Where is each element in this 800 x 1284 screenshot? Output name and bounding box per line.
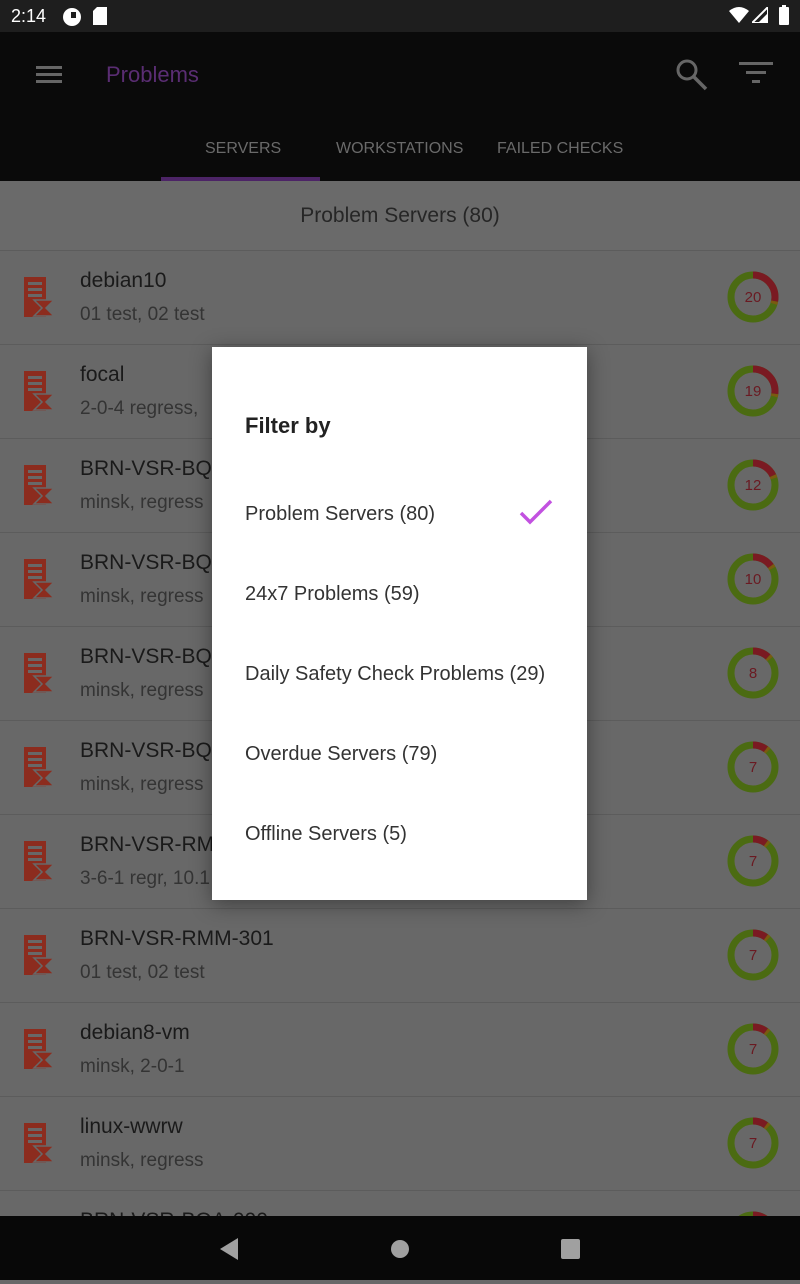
filter-option-problem-servers[interactable]: Problem Servers (80) xyxy=(245,503,435,526)
server-name: BRN-VSR-BQA xyxy=(80,457,226,480)
search-icon[interactable] xyxy=(674,57,708,91)
problem-count-ring: 10 xyxy=(727,553,779,605)
battery-icon xyxy=(779,5,789,25)
dialog-title: Filter by xyxy=(245,413,331,438)
menu-icon[interactable] xyxy=(36,66,62,84)
filter-dialog: Filter by Problem Servers (80) 24x7 Prob… xyxy=(212,347,587,900)
server-description: minsk, regress xyxy=(80,586,204,607)
problem-count-ring: 20 xyxy=(727,271,779,323)
server-warning-icon xyxy=(24,277,56,317)
problem-count-ring: 12 xyxy=(727,459,779,511)
navigation-bar xyxy=(0,1216,800,1280)
problem-count: 20 xyxy=(745,289,762,306)
problem-count: 8 xyxy=(749,665,757,682)
server-name: BRN-VSR-BQA xyxy=(80,739,226,762)
server-warning-icon xyxy=(24,559,56,599)
server-description: 2-0-4 regress, xyxy=(80,398,199,419)
server-description: minsk, regress xyxy=(80,680,204,701)
server-description: minsk, regress xyxy=(80,1150,204,1171)
tab-failed-checks[interactable]: FAILED CHECKS xyxy=(497,140,623,158)
filter-icon[interactable] xyxy=(739,62,775,88)
server-row[interactable]: debian8-vm minsk, 2-0-1 7 xyxy=(0,1002,800,1096)
app-notification-icon xyxy=(63,8,81,26)
filter-option-offline[interactable]: Offline Servers (5) xyxy=(245,823,407,846)
filter-option-daily-safety[interactable]: Daily Safety Check Problems (29) xyxy=(245,663,545,686)
server-description: minsk, 2-0-1 xyxy=(80,1056,185,1077)
server-name: linux-wwrw xyxy=(80,1115,183,1138)
home-icon[interactable] xyxy=(390,1238,410,1260)
problem-count-ring: 7 xyxy=(727,741,779,793)
problem-count-ring: 7 xyxy=(727,1023,779,1075)
server-warning-icon xyxy=(24,465,56,505)
status-time: 2:14 xyxy=(11,6,47,26)
server-name: BRN-VSR-RMM-301 xyxy=(80,927,274,950)
status-bar: 2:14 xyxy=(0,0,800,32)
server-warning-icon xyxy=(24,935,56,975)
server-row[interactable]: BRN-VSR-RMM-301 01 test, 02 test 7 xyxy=(0,908,800,1002)
tab-workstations[interactable]: WORKSTATIONS xyxy=(336,140,463,158)
server-warning-icon xyxy=(24,1029,56,1069)
problem-count: 12 xyxy=(745,477,762,494)
problem-count: 10 xyxy=(745,571,762,588)
problem-count: 7 xyxy=(749,947,757,964)
server-description: 01 test, 02 test xyxy=(80,304,205,325)
app-bar: Problems SERVERS WORKSTATIONS FAILED CHE… xyxy=(0,32,800,181)
server-warning-icon xyxy=(24,747,56,787)
recents-icon[interactable] xyxy=(560,1238,582,1260)
problem-count: 7 xyxy=(749,1041,757,1058)
problem-count-ring: 7 xyxy=(727,1117,779,1169)
problem-count: 19 xyxy=(745,383,762,400)
sd-card-icon xyxy=(93,7,107,25)
server-warning-icon xyxy=(24,1123,56,1163)
problem-count: 7 xyxy=(749,1135,757,1152)
server-description: minsk, regress xyxy=(80,492,204,513)
filter-option-24x7[interactable]: 24x7 Problems (59) xyxy=(245,583,420,606)
server-name: BRN-VSR-RM xyxy=(80,833,215,856)
server-name: BRN-VSR-BQA xyxy=(80,551,226,574)
problem-count: 7 xyxy=(749,853,757,870)
server-row[interactable]: linux-wwrw minsk, regress 7 xyxy=(0,1096,800,1190)
check-icon xyxy=(519,499,553,525)
server-description: minsk, regress xyxy=(80,774,204,795)
server-warning-icon xyxy=(24,841,56,881)
server-name: debian8-vm xyxy=(80,1021,190,1044)
problem-count-ring: 7 xyxy=(727,835,779,887)
server-description: 3-6-1 regr, 10.1 xyxy=(80,868,210,889)
server-warning-icon xyxy=(24,653,56,693)
page-title: Problems xyxy=(106,62,199,87)
problem-count-ring: 8 xyxy=(727,647,779,699)
tab-servers[interactable]: SERVERS xyxy=(205,140,281,158)
server-name: focal xyxy=(80,363,125,386)
back-icon[interactable] xyxy=(220,1238,240,1260)
filter-option-overdue[interactable]: Overdue Servers (79) xyxy=(245,743,437,766)
problem-count-ring: 7 xyxy=(727,929,779,981)
list-header[interactable]: Problem Servers (80) xyxy=(0,181,800,250)
server-warning-icon xyxy=(24,371,56,411)
server-name: debian10 xyxy=(80,269,167,292)
problem-count: 7 xyxy=(749,759,757,776)
server-row[interactable]: debian10 01 test, 02 test 20 xyxy=(0,250,800,344)
server-description: 01 test, 02 test xyxy=(80,962,205,983)
signal-icon xyxy=(752,7,768,23)
wifi-icon xyxy=(729,7,749,23)
server-name: BRN-VSR-BQA xyxy=(80,645,226,668)
problem-count-ring: 19 xyxy=(727,365,779,417)
